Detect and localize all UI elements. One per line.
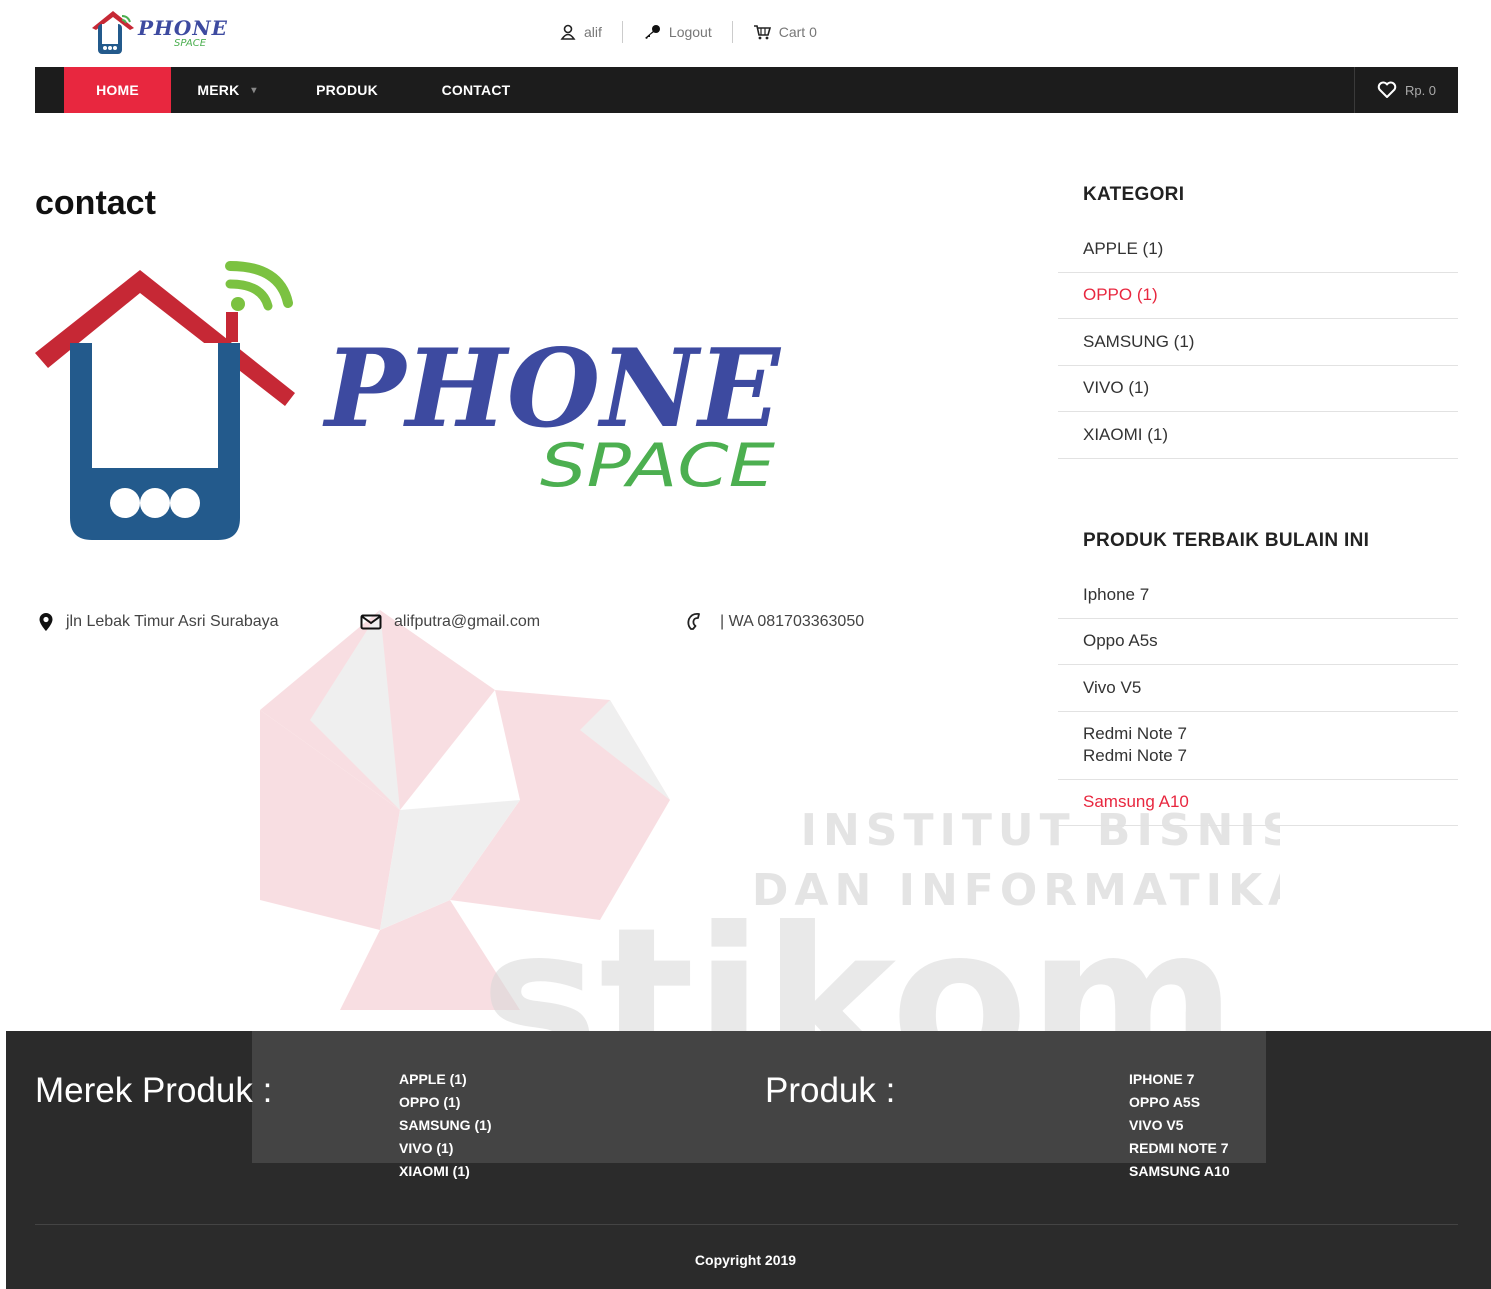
user-links: alif Logout Cart 0: [560, 20, 837, 44]
kategori-item[interactable]: SAMSUNG (1): [1058, 319, 1458, 366]
nav-merk-dropdown[interactable]: MERK ▾: [171, 67, 283, 113]
footer-produk-item[interactable]: VIVO V5: [1129, 1114, 1230, 1137]
phone-space-logo: PHONE SPACE: [35, 261, 782, 540]
page-title: contact: [35, 184, 156, 222]
kategori-item[interactable]: VIVO (1): [1058, 366, 1458, 412]
cart-icon: [753, 25, 771, 40]
phone-text: | WA 081703363050: [720, 613, 865, 630]
cart-link[interactable]: Cart 0: [733, 24, 837, 40]
footer-merek-item[interactable]: SAMSUNG (1): [399, 1114, 492, 1137]
wishlist-total[interactable]: Rp. 0: [1354, 67, 1458, 113]
footer-produk-item[interactable]: REDMI NOTE 7: [1129, 1137, 1230, 1160]
product-item[interactable]: Vivo V5: [1058, 665, 1458, 712]
user-icon: [560, 24, 576, 40]
footer-produk-list: IPHONE 7 OPPO A5S VIVO V5 REDMI NOTE 7 S…: [1129, 1068, 1230, 1183]
email-text: alifputra@gmail.com: [394, 613, 541, 630]
main-nav: HOME MERK ▾ PRODUK CONTACT Rp. 0: [35, 67, 1458, 113]
top-bar: PHONE SPACE alif Logout Cart 0: [0, 0, 1491, 66]
best-products-heading: PRODUK TERBAIK BULAIN INI: [1083, 530, 1370, 551]
product-item-line: Redmi Note 7: [1083, 724, 1187, 743]
kategori-item[interactable]: XIAOMI (1): [1058, 412, 1458, 459]
heart-icon: [1377, 81, 1397, 98]
footer-merek-heading: Merek Produk :: [35, 1071, 273, 1110]
cart-total: Rp. 0: [1404, 82, 1437, 98]
footer-merek-list: APPLE (1) OPPO (1) SAMSUNG (1) VIVO (1) …: [399, 1068, 492, 1183]
contact-email[interactable]: alifputra@gmail.com: [360, 610, 540, 634]
logo-word: PHONE: [138, 16, 228, 40]
user-name: alif: [584, 24, 602, 40]
address-text: jln Lebak Timur Asri Surabaya: [66, 613, 279, 630]
phone-icon: [687, 612, 700, 630]
product-item[interactable]: Oppo A5s: [1058, 619, 1458, 665]
key-icon: [644, 25, 660, 39]
contact-phone: | WA 081703363050: [686, 610, 864, 634]
footer-produk-item[interactable]: IPHONE 7: [1129, 1068, 1230, 1091]
footer-produk-heading: Produk :: [765, 1071, 896, 1110]
nav-produk[interactable]: PRODUK: [297, 67, 397, 113]
contact-address: jln Lebak Timur Asri Surabaya: [38, 610, 279, 634]
site-logo[interactable]: PHONE SPACE: [88, 8, 228, 58]
map-pin-icon: [39, 613, 53, 631]
footer-produk-item[interactable]: OPPO A5S: [1129, 1091, 1230, 1114]
house-phone-logo-icon: [92, 11, 134, 54]
watermark-line2: DAN INFORMATIKA: [752, 865, 1280, 916]
product-item[interactable]: Samsung A10: [1058, 780, 1458, 826]
best-products-list: Iphone 7 Oppo A5s Vivo V5 Redmi Note 7 R…: [1058, 572, 1458, 826]
logo-big-subword: SPACE: [540, 431, 775, 501]
cart-label: Cart 0: [778, 24, 817, 40]
product-item-line: Redmi Note 7: [1083, 746, 1187, 765]
kategori-item[interactable]: APPLE (1): [1058, 226, 1458, 273]
nav-merk-label: MERK: [197, 82, 240, 98]
nav-contact-label: CONTACT: [441, 82, 511, 98]
nav-produk-label: PRODUK: [316, 82, 378, 98]
logout-label: Logout: [668, 24, 712, 40]
footer-merek-item[interactable]: OPPO (1): [399, 1091, 492, 1114]
nav-contact[interactable]: CONTACT: [420, 67, 532, 113]
nav-home[interactable]: HOME: [64, 67, 171, 113]
footer: Merek Produk : APPLE (1) OPPO (1) SAMSUN…: [6, 1031, 1491, 1289]
footer-merek-item[interactable]: XIAOMI (1): [399, 1160, 492, 1183]
kategori-list: APPLE (1) OPPO (1) SAMSUNG (1) VIVO (1) …: [1058, 226, 1458, 459]
logo-subword: SPACE: [174, 38, 207, 49]
mail-icon: [360, 614, 382, 630]
footer-merek-item[interactable]: APPLE (1): [399, 1068, 492, 1091]
footer-merek-item[interactable]: VIVO (1): [399, 1137, 492, 1160]
product-item[interactable]: Iphone 7: [1058, 572, 1458, 619]
kategori-heading: KATEGORI: [1083, 184, 1185, 205]
product-item[interactable]: Redmi Note 7 Redmi Note 7: [1058, 712, 1458, 780]
chevron-down-icon: ▾: [251, 84, 257, 96]
kategori-item[interactable]: OPPO (1): [1058, 273, 1458, 319]
user-account-link[interactable]: alif: [560, 24, 622, 40]
footer-produk-item[interactable]: SAMSUNG A10: [1129, 1160, 1230, 1183]
logout-link[interactable]: Logout: [623, 24, 732, 40]
footer-divider: [35, 1224, 1458, 1225]
nav-home-label: HOME: [96, 82, 139, 98]
copyright: Copyright 2019: [694, 1252, 797, 1268]
